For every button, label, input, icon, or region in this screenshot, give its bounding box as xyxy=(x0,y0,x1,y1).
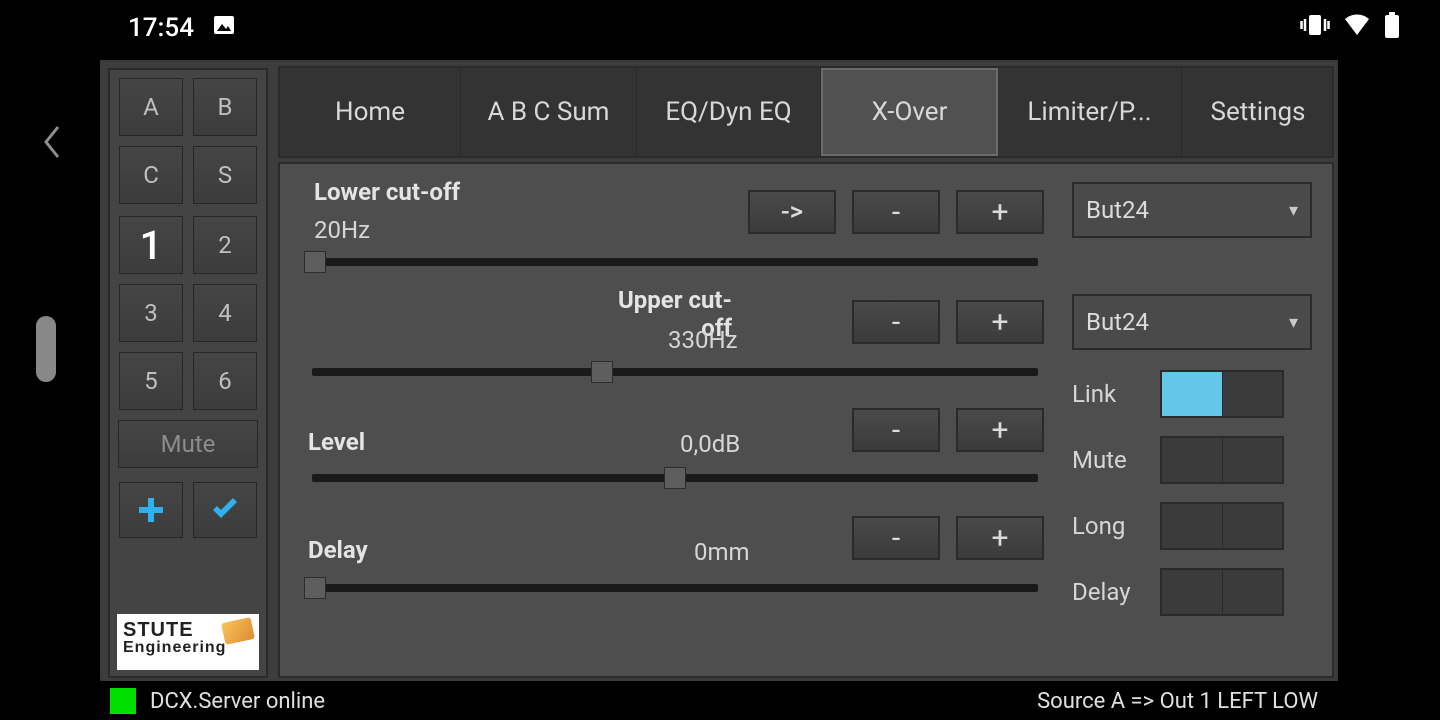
delay-slider[interactable] xyxy=(308,580,1038,596)
lower-cutoff-label: Lower cut-off xyxy=(314,178,460,206)
channel-button-3[interactable]: 3 xyxy=(119,284,183,342)
lower-cutoff-minus-button[interactable]: - xyxy=(852,190,940,234)
channel-button-2[interactable]: 2 xyxy=(193,216,257,274)
android-statusbar: 17:54 xyxy=(0,0,1440,56)
slider-thumb[interactable] xyxy=(591,361,613,383)
lower-cutoff-value: 20Hz xyxy=(314,216,370,244)
clock: 17:54 xyxy=(128,13,194,43)
mute-button[interactable]: Mute xyxy=(118,420,258,468)
server-status-text: DCX.Server online xyxy=(150,689,325,714)
chevron-down-icon: ▾ xyxy=(1289,312,1298,333)
level-minus-button[interactable]: - xyxy=(852,408,940,452)
lower-cutoff-focus-button[interactable]: -> xyxy=(748,190,836,234)
plus-icon xyxy=(137,496,165,524)
upper-cutoff-filter-dropdown[interactable]: But24 ▾ xyxy=(1072,294,1312,350)
delay-plus-button[interactable]: + xyxy=(956,516,1044,560)
slider-thumb[interactable] xyxy=(304,251,326,273)
tab-home[interactable]: Home xyxy=(280,68,461,156)
channel-button-5[interactable]: 5 xyxy=(119,352,183,410)
lower-cutoff-plus-button[interactable]: + xyxy=(956,190,1044,234)
channel-sidebar: A B C S 1 2 3 4 5 6 Mute xyxy=(108,68,268,678)
level-plus-button[interactable]: + xyxy=(956,408,1044,452)
tab-bar: Home A B C Sum EQ/Dyn EQ X-Over Limiter/… xyxy=(278,66,1334,158)
upper-cutoff-plus-button[interactable]: + xyxy=(956,300,1044,344)
brand-logo: STUTE Engineering xyxy=(117,614,259,670)
tab-xover[interactable]: X-Over xyxy=(821,68,998,156)
chevron-down-icon: ▾ xyxy=(1289,200,1298,221)
delay-value: 0mm xyxy=(694,538,750,566)
xover-panel: Lower cut-off 20Hz -> - + But24 ▾ Up xyxy=(278,162,1334,678)
add-button[interactable] xyxy=(119,482,183,538)
delay-label: Delay xyxy=(308,536,368,564)
tab-settings[interactable]: Settings xyxy=(1182,68,1334,156)
mute-toggle[interactable] xyxy=(1160,436,1284,484)
tab-abcsum[interactable]: A B C Sum xyxy=(461,68,637,156)
lower-cutoff-slider[interactable] xyxy=(308,254,1038,270)
upper-cutoff-minus-button[interactable]: - xyxy=(852,300,940,344)
channel-button-4[interactable]: 4 xyxy=(193,284,257,342)
channel-button-c[interactable]: C xyxy=(119,146,183,204)
gesture-hint-pill xyxy=(36,316,56,382)
level-value: 0,0dB xyxy=(680,430,740,458)
channel-button-b[interactable]: B xyxy=(193,78,257,136)
confirm-button[interactable] xyxy=(193,482,257,538)
status-footer: DCX.Server online Source A => Out 1 LEFT… xyxy=(100,682,1338,720)
slider-thumb[interactable] xyxy=(304,577,326,599)
picture-icon xyxy=(212,13,236,44)
channel-button-1[interactable]: 1 xyxy=(119,216,183,274)
channel-button-s[interactable]: S xyxy=(193,146,257,204)
back-chevron-icon[interactable] xyxy=(34,118,70,166)
check-icon xyxy=(210,498,240,522)
upper-cutoff-value: 330Hz xyxy=(668,326,738,354)
link-toggle-label: Link xyxy=(1072,380,1152,408)
tab-limiter[interactable]: Limiter/P... xyxy=(998,68,1182,156)
battery-icon xyxy=(1384,12,1400,45)
mute-toggle-label: Mute xyxy=(1072,446,1152,474)
lower-cutoff-filter-dropdown[interactable]: But24 ▾ xyxy=(1072,182,1312,238)
wifi-icon xyxy=(1344,13,1370,43)
server-status-led-icon xyxy=(110,688,136,714)
tab-eq[interactable]: EQ/Dyn EQ xyxy=(637,68,821,156)
level-label: Level xyxy=(308,428,365,456)
channel-button-6[interactable]: 6 xyxy=(193,352,257,410)
upper-cutoff-slider[interactable] xyxy=(312,364,1038,380)
level-slider[interactable] xyxy=(312,470,1038,486)
delay-minus-button[interactable]: - xyxy=(852,516,940,560)
vibrate-icon xyxy=(1300,13,1330,44)
slider-thumb[interactable] xyxy=(664,467,686,489)
link-toggle[interactable] xyxy=(1160,370,1284,418)
channel-button-a[interactable]: A xyxy=(119,78,183,136)
app-window: A B C S 1 2 3 4 5 6 Mute xyxy=(100,60,1338,681)
routing-text: Source A => Out 1 LEFT LOW xyxy=(1037,689,1318,714)
